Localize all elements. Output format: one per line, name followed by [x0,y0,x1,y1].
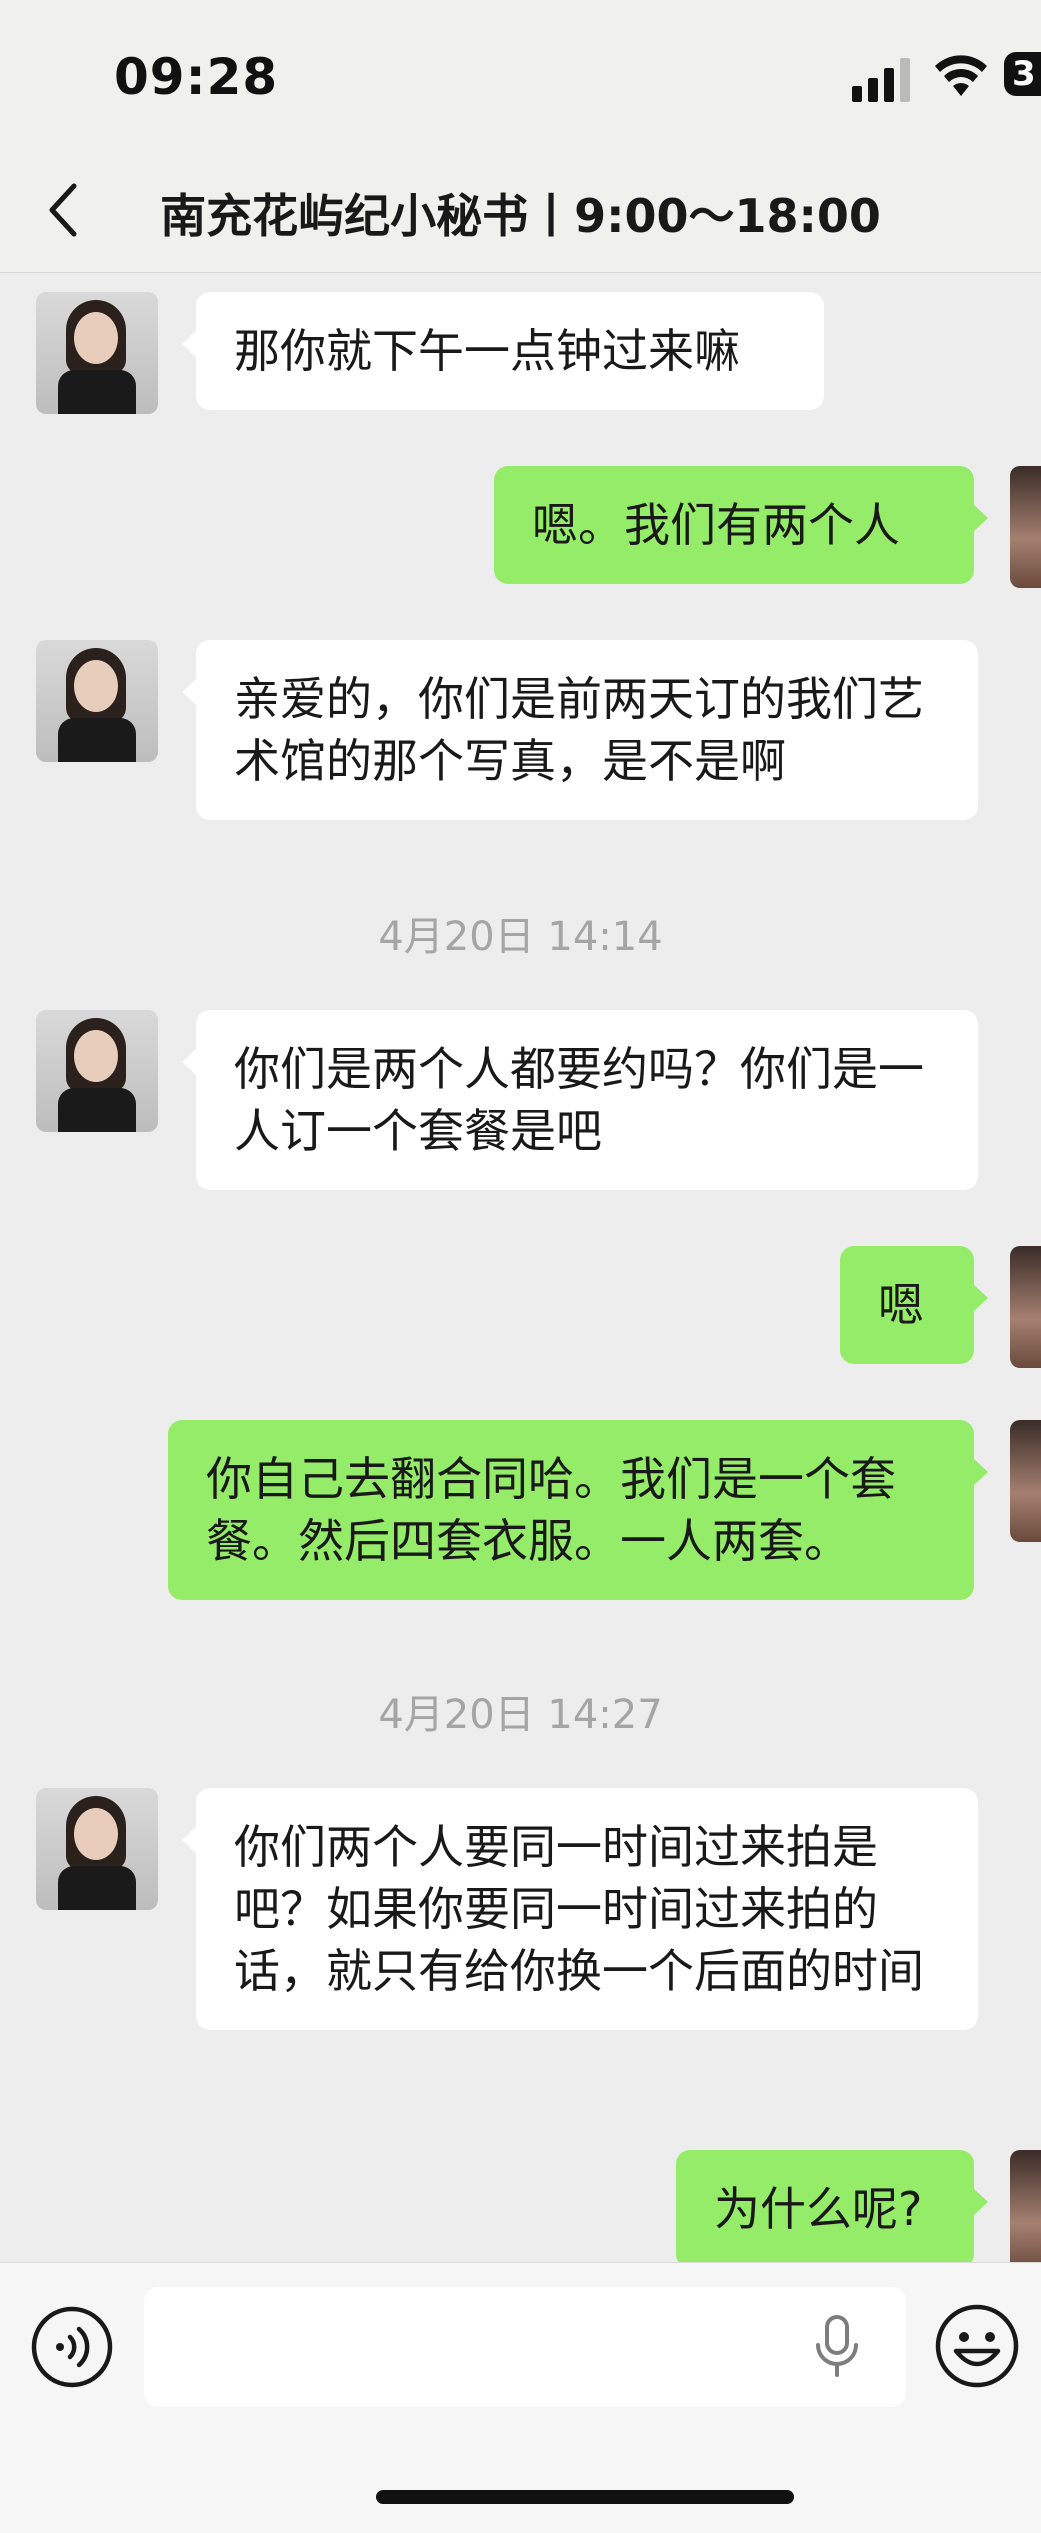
my-avatar[interactable] [1010,2150,1041,2262]
home-indicator[interactable] [376,2490,794,2504]
message-bubble[interactable]: 你自己去翻合同哈。我们是一个套餐。然后四套衣服。一人两套。 [168,1420,988,1600]
timestamp: 4月20日 14:27 [378,1692,663,1738]
contact-avatar[interactable] [36,640,158,762]
status-time: 09:28 [114,48,279,106]
my-avatar[interactable] [1010,1420,1041,1542]
battery-icon: 3 [1004,52,1041,96]
message-bubble[interactable]: 为什么呢? [676,2150,988,2262]
voice-mode-icon[interactable] [30,2305,114,2389]
cellular-signal-icon [852,58,910,102]
microphone-icon[interactable] [814,2315,860,2379]
contact-avatar[interactable] [36,292,158,414]
message-bubble[interactable]: 你们两个人要同一时间过来拍是吧？如果你要同一时间过来拍的话，就只有给你换一个后面… [182,1788,978,2030]
message-list[interactable]: 那你就下午一点钟过来嘛 嗯。我们有两个人 亲爱的，你们是前两天订的我们艺术馆的那… [0,272,1041,2262]
chat-title: 南充花屿纪小秘书丨9:00～18:00 [160,189,881,243]
message-bubble[interactable]: 嗯 [840,1246,988,1364]
emoji-icon[interactable] [934,2303,1020,2389]
message-bubble[interactable]: 嗯。我们有两个人 [494,466,988,584]
timestamp: 4月20日 14:14 [378,914,663,960]
wifi-icon [935,55,987,96]
message-bubble[interactable]: 亲爱的，你们是前两天订的我们艺术馆的那个写真，是不是啊 [182,640,978,820]
chat-header: 南充花屿纪小秘书丨9:00～18:00 [0,150,1041,273]
message-bubble[interactable]: 那你就下午一点钟过来嘛 [182,292,824,410]
message-input[interactable] [144,2287,906,2407]
my-avatar[interactable] [1010,1246,1041,1368]
contact-avatar[interactable] [36,1788,158,1910]
contact-avatar[interactable] [36,1010,158,1132]
message-bubble[interactable]: 你们是两个人都要约吗？你们是一人订一个套餐是吧 [182,1010,978,1190]
my-avatar[interactable] [1010,466,1041,588]
status-bar: 09:28 3 [0,0,1041,150]
